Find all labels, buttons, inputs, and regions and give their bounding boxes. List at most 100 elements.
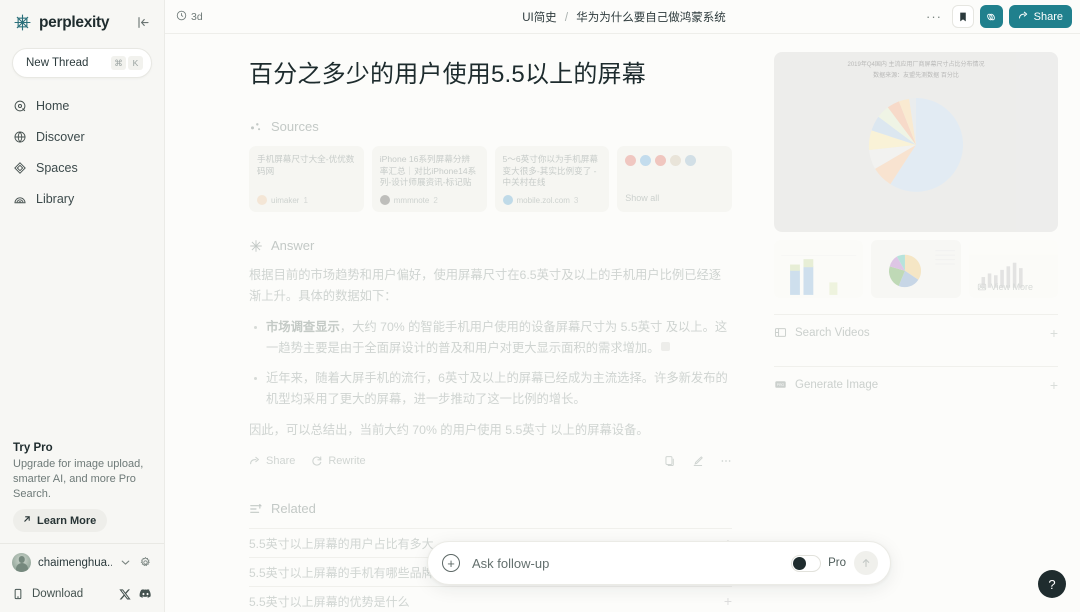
answer-body: 根据目前的市场趋势和用户偏好，使用屏幕尺寸在6.5英寸及以上的手机用户比例已经逐… — [249, 265, 732, 441]
sidebar-item-discover[interactable]: Discover — [0, 121, 164, 152]
share-arrow-icon — [1018, 10, 1029, 24]
copy-icon[interactable] — [664, 455, 676, 467]
source-domain: mmmnote — [393, 195, 430, 205]
download-label[interactable]: Download — [32, 588, 112, 600]
source-number: 1 — [303, 195, 308, 205]
library-icon — [13, 192, 27, 206]
copy-link-icon[interactable] — [980, 5, 1003, 28]
answer-share-button[interactable]: Share — [249, 455, 295, 467]
spaces-icon — [13, 161, 27, 175]
generate-image-action[interactable]: PRO Generate Image + — [774, 367, 1058, 402]
discord-icon[interactable] — [139, 587, 152, 600]
chevron-down-icon[interactable] — [119, 556, 132, 569]
answer-actions: Share Rewrite — [249, 455, 732, 467]
sidebar-item-label-library: Library — [36, 191, 75, 206]
pro-toggle[interactable] — [791, 554, 822, 572]
followup-bar: + Pro — [427, 541, 891, 585]
perplexity-app: perplexity New Thread ⌘ K Home Discover … — [0, 0, 1080, 612]
view-more-label: View More — [990, 282, 1034, 292]
source-card[interactable]: iPhone 16系列屏幕分辨率汇总｜对比iPhone14系列-设计师展资讯-标… — [371, 146, 487, 212]
source-footer: uimaker 1 — [257, 195, 356, 205]
pro-label: Pro — [828, 557, 846, 569]
share-label: Share — [1033, 10, 1063, 23]
breadcrumb-parent[interactable]: UI简史 — [522, 12, 557, 24]
generate-image-icon: PRO — [774, 378, 787, 391]
thumb-pie-chart-graphic — [889, 250, 956, 288]
related-label: Related — [271, 501, 316, 516]
favicon-icon — [379, 195, 390, 205]
generate-image-add-icon[interactable]: + — [1050, 377, 1058, 393]
source-title: 5～6英寸你以为手机屏幕变大很多-其实比例变了 - 中关村在线 — [502, 154, 599, 187]
share-arrow-icon — [249, 455, 261, 467]
sidebar-footer: Download — [0, 581, 164, 612]
related-item-label: 5.5英寸以上屏幕的手机有哪些品牌 — [249, 565, 434, 580]
source-domain: mobile.zol.com — [516, 195, 570, 205]
learn-more-button[interactable]: Learn More — [13, 509, 108, 532]
download-icon — [12, 587, 25, 600]
show-all-sources-card[interactable]: Show all — [617, 146, 732, 212]
x-twitter-icon[interactable] — [119, 587, 132, 600]
citation-chip[interactable] — [660, 342, 670, 351]
thread-age-label: 3d — [191, 10, 203, 23]
image-icon — [977, 283, 986, 291]
edit-icon[interactable] — [692, 455, 704, 467]
collapse-sidebar-icon[interactable] — [134, 14, 152, 32]
topbar-actions: ··· Share — [922, 5, 1072, 28]
search-videos-action[interactable]: Search Videos + — [774, 315, 1058, 350]
view-more-button[interactable]: View More — [977, 282, 1033, 292]
hero-caption-line1: 2019年Q4国内 主流应用厂商屏幕尺寸占比分布情况 — [847, 62, 985, 68]
source-title: iPhone 16系列屏幕分辨率汇总｜对比iPhone14系列-设计师展资讯-标… — [379, 154, 477, 189]
perplexity-logo-icon — [13, 13, 32, 32]
sources-label: Sources — [271, 119, 319, 134]
thumbnail-pie-chart[interactable] — [871, 240, 961, 298]
try-pro-description: Upgrade for image upload, smarter AI, an… — [13, 458, 144, 500]
sidebar-item-label-home: Home — [36, 98, 70, 113]
media-column: 2019年Q4国内 主流应用厂商屏幕尺寸占比分布情况 数据来源：友盟先测数据 百… — [760, 34, 1080, 612]
kbd-key: K — [128, 56, 143, 70]
answer-rewrite-label: Rewrite — [328, 455, 366, 467]
breadcrumb-current: 华为为什么要自己做鸿蒙系统 — [576, 11, 726, 24]
source-card[interactable]: 手机屏幕尺寸大全-优优数码网 uimaker 1 — [249, 146, 364, 212]
search-videos-add-icon[interactable]: + — [1050, 325, 1058, 341]
sidebar-item-home[interactable]: Home — [0, 90, 164, 121]
related-item[interactable]: 5.5英寸以上屏幕的优势是什么 + — [249, 586, 732, 612]
content-area: 百分之多少的用户使用5.5以上的屏幕 Sources 手机屏幕尺寸大全-优优数码… — [165, 34, 1080, 612]
answer-bullet: 近年来，随着大屏手机的流行，6英寸及以上的屏幕已经成为主流选择。许多新发布的机型… — [249, 368, 732, 410]
account-row[interactable]: chaimenghua... — [0, 544, 164, 581]
sidebar-item-spaces[interactable]: Spaces — [0, 152, 164, 183]
learn-more-label: Learn More — [37, 514, 97, 527]
hero-image[interactable]: 2019年Q4国内 主流应用厂商屏幕尺寸占比分布情况 数据来源：友盟先测数据 百… — [774, 52, 1058, 232]
related-add-icon[interactable]: + — [724, 593, 732, 609]
sidebar-nav: Home Discover Spaces Library — [0, 88, 164, 214]
try-pro-card: Try Pro Upgrade for image upload, smarte… — [0, 442, 164, 543]
thumbnail-bar-chart[interactable] — [774, 240, 864, 298]
answer-header: Answer — [249, 238, 732, 253]
search-input[interactable] — [472, 555, 792, 571]
arrow-up-icon — [862, 559, 870, 568]
source-title: 手机屏幕尺寸大全-优优数码网 — [257, 154, 355, 176]
favicon-icon — [655, 155, 667, 166]
sidebar-item-library[interactable]: Library — [0, 183, 164, 214]
share-button[interactable]: Share — [1008, 5, 1072, 28]
source-card[interactable]: 5～6英寸你以为手机屏幕变大很多-其实比例变了 - 中关村在线 mobile.z… — [494, 146, 610, 212]
try-pro-title: Try Pro — [13, 442, 53, 454]
thumbnail-row: View More — [774, 240, 1058, 298]
more-options-icon[interactable]: ··· — [922, 9, 946, 24]
send-button[interactable] — [854, 551, 878, 575]
rewrite-icon — [311, 455, 323, 467]
breadcrumb: UI简史 / 华为为什么要自己做鸿蒙系统 — [326, 9, 922, 25]
gear-icon[interactable] — [139, 556, 152, 569]
help-button[interactable]: ? — [1038, 570, 1066, 598]
show-all-favicons — [625, 155, 724, 166]
answer-sparkle-icon — [249, 239, 263, 253]
more-horizontal-icon[interactable] — [720, 455, 732, 467]
thumbnail-line-chart[interactable]: View More — [968, 240, 1058, 298]
answer-rewrite-button[interactable]: Rewrite — [311, 455, 366, 467]
source-number: 2 — [433, 195, 438, 205]
brand-name: perplexity — [39, 13, 110, 31]
new-thread-button[interactable]: New Thread ⌘ K — [12, 48, 152, 78]
favicon-icon — [640, 155, 652, 166]
plus-circle-icon[interactable]: + — [442, 554, 460, 572]
sources-row: 手机屏幕尺寸大全-优优数码网 uimaker 1 iPhone 16系列屏幕分辨… — [249, 146, 732, 212]
bookmark-icon[interactable] — [952, 5, 975, 28]
